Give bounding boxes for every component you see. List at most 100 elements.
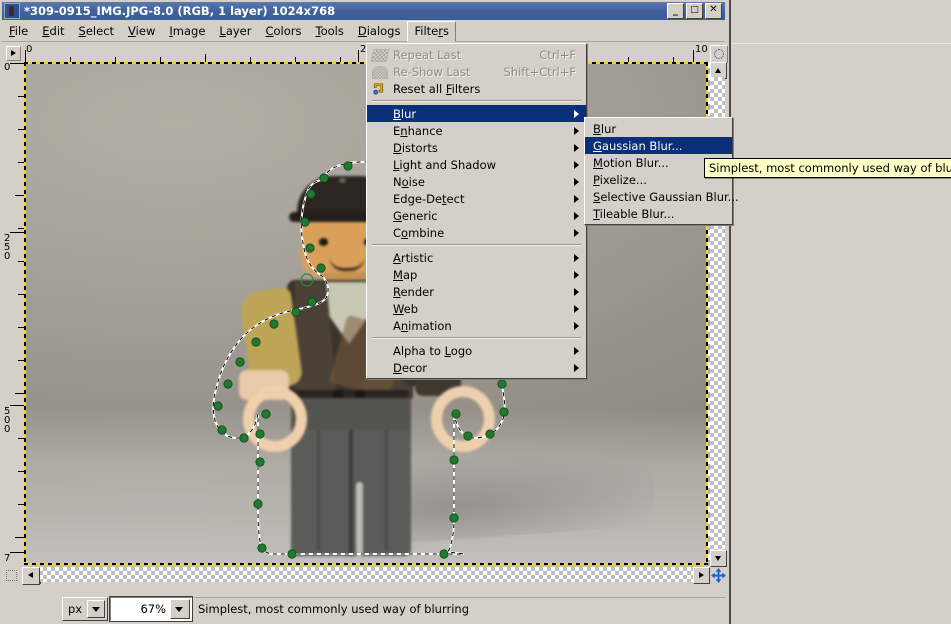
menu-item-generic[interactable]: Generic bbox=[367, 207, 586, 224]
menu-item-web[interactable]: Web bbox=[367, 300, 586, 317]
menubar-separator bbox=[2, 41, 725, 42]
window-title: *309-0915_IMG.JPG-8.0 (RGB, 1 layer) 102… bbox=[24, 4, 336, 18]
menu-item-label: Web bbox=[393, 301, 419, 316]
vruler-label-500: 500 bbox=[4, 406, 11, 435]
filters-dropdown-menu[interactable]: Repeat Last Ctrl+F Re-Show Last Shift+Ct… bbox=[366, 43, 587, 379]
vruler-label-0: 0 bbox=[4, 62, 11, 73]
navigation-move-icon bbox=[711, 568, 726, 583]
window-controls: _ □ ✕ bbox=[667, 3, 722, 19]
menu-item-label: Alpha to Logo bbox=[393, 343, 473, 358]
menu-item-repeat-last[interactable]: Repeat Last Ctrl+F bbox=[367, 46, 586, 63]
statusbar: Simplest, most commonly used way of blur… bbox=[194, 597, 725, 620]
menu-item-blur[interactable]: Blur bbox=[367, 105, 586, 122]
scroll-down-arrow[interactable] bbox=[710, 550, 727, 567]
quick-mask-bottom-toggle[interactable] bbox=[2, 567, 20, 583]
submenu-arrow-icon bbox=[574, 254, 579, 262]
reshow-last-icon bbox=[367, 63, 393, 80]
menu-item-artistic[interactable]: Artistic bbox=[367, 249, 586, 266]
menu-item-label: Combine bbox=[393, 225, 445, 240]
menu-item-light-and-shadow[interactable]: Light and Shadow bbox=[367, 156, 586, 173]
submenu-item-selective-gaussian-blur[interactable]: Selective Gaussian Blur... bbox=[585, 188, 739, 205]
navigation-button[interactable] bbox=[710, 567, 727, 584]
menu-item-combine[interactable]: Combine bbox=[367, 224, 586, 241]
maximize-button[interactable]: □ bbox=[686, 3, 703, 19]
menu-item-label: Blur bbox=[593, 121, 617, 136]
vruler-label-250: 250 bbox=[4, 233, 11, 262]
vruler-label-750: 7 bbox=[4, 553, 11, 564]
menu-file[interactable]: File bbox=[2, 21, 35, 42]
menu-item-map[interactable]: Map bbox=[367, 266, 586, 283]
menu-item-label: Distorts bbox=[393, 140, 438, 155]
menu-item-label: Map bbox=[393, 267, 418, 282]
menu-item-animation[interactable]: Animation bbox=[367, 317, 586, 334]
menu-item-accel: Ctrl+F bbox=[539, 47, 576, 62]
figure-leg-crease-left bbox=[317, 430, 320, 550]
menu-item-label: Gaussian Blur... bbox=[593, 138, 683, 153]
figure-hand-left bbox=[243, 386, 307, 452]
menu-item-render[interactable]: Render bbox=[367, 283, 586, 300]
unit-value: px bbox=[68, 602, 83, 616]
submenu-item-gaussian-blur[interactable]: Gaussian Blur... bbox=[585, 137, 732, 154]
menu-item-edge-detect[interactable]: Edge-Detect bbox=[367, 190, 586, 207]
menu-edit[interactable]: Edit bbox=[35, 21, 71, 42]
menu-item-enhance[interactable]: Enhance bbox=[367, 122, 586, 139]
menu-item-label: Tileable Blur... bbox=[593, 206, 675, 221]
image-menu-button[interactable] bbox=[2, 44, 24, 62]
menu-item-label: Enhance bbox=[393, 123, 443, 138]
menu-layer[interactable]: Layer bbox=[212, 21, 258, 42]
figure-leg-split bbox=[349, 430, 353, 556]
chevron-down-icon[interactable] bbox=[87, 600, 105, 618]
submenu-arrow-icon bbox=[574, 364, 579, 372]
figure-leg-crease-right bbox=[385, 430, 388, 550]
menu-item-noise[interactable]: Noise bbox=[367, 173, 586, 190]
unit-selector[interactable]: px bbox=[62, 597, 108, 621]
zoom-value[interactable]: 67% bbox=[111, 602, 170, 616]
menu-item-accel: Shift+Ctrl+F bbox=[503, 64, 577, 79]
menu-item-label: Blur bbox=[393, 106, 417, 121]
hruler-label-right: 10 bbox=[695, 44, 708, 55]
menu-view[interactable]: View bbox=[121, 21, 162, 42]
minimize-icon: _ bbox=[673, 5, 678, 16]
menu-select[interactable]: Select bbox=[72, 21, 122, 42]
submenu-arrow-icon bbox=[574, 305, 579, 313]
menu-dialogs[interactable]: Dialogs bbox=[351, 21, 408, 42]
figure-hand-right bbox=[431, 386, 495, 452]
image-menu-button-icon bbox=[5, 45, 21, 61]
menu-item-distorts[interactable]: Distorts bbox=[367, 139, 586, 156]
menu-item-label: Decor bbox=[393, 360, 428, 375]
submenu-item-tileable-blur[interactable]: Tileable Blur... bbox=[585, 205, 732, 222]
scroll-right-arrow[interactable] bbox=[693, 567, 710, 584]
menu-tools[interactable]: Tools bbox=[309, 21, 351, 42]
tooltip: Simplest, most commonly used way of blur… bbox=[704, 158, 951, 178]
minimize-button[interactable]: _ bbox=[667, 3, 684, 19]
menu-item-alpha-to-logo[interactable]: Alpha to Logo bbox=[367, 342, 586, 359]
menu-separator bbox=[372, 337, 581, 339]
menu-item-label: Reset all Filters bbox=[393, 81, 481, 96]
menu-item-label: Generic bbox=[393, 208, 438, 223]
menu-item-label: Edge-Detect bbox=[393, 191, 465, 206]
menu-item-label: Light and Shadow bbox=[393, 157, 497, 172]
menu-item-reset-all-filters[interactable]: Reset all Filters bbox=[367, 80, 586, 97]
repeat-last-icon bbox=[367, 46, 393, 63]
quick-mask-icon bbox=[5, 569, 17, 581]
scroll-left-arrow-bottom[interactable] bbox=[22, 567, 40, 585]
quick-mask-toggle[interactable] bbox=[710, 45, 728, 63]
submenu-arrow-icon bbox=[574, 229, 579, 237]
vertical-ruler[interactable]: 0 250 500 7 bbox=[2, 62, 25, 567]
close-button[interactable]: ✕ bbox=[705, 3, 722, 19]
menu-separator bbox=[372, 244, 581, 246]
zoom-selector[interactable]: 67% bbox=[109, 596, 193, 622]
horizontal-scroll-track[interactable] bbox=[39, 567, 695, 582]
submenu-item-blur[interactable]: Blur bbox=[585, 120, 732, 137]
desktop-background: *309-0915_IMG.JPG-8.0 (RGB, 1 layer) 102… bbox=[0, 0, 951, 624]
submenu-arrow-icon bbox=[574, 347, 579, 355]
horizontal-scrollbar[interactable] bbox=[24, 567, 710, 584]
desktop-right-area bbox=[729, 0, 951, 624]
menu-filters[interactable]: Filters bbox=[407, 21, 456, 42]
menu-colors[interactable]: Colors bbox=[258, 21, 308, 42]
menu-item-decor[interactable]: Decor bbox=[367, 359, 586, 376]
zoom-chevron-down-icon[interactable] bbox=[170, 599, 190, 619]
menu-image[interactable]: Image bbox=[162, 21, 212, 42]
menu-item-label: Animation bbox=[393, 318, 452, 333]
menu-item-reshow-last[interactable]: Re-Show Last Shift+Ctrl+F bbox=[367, 63, 586, 80]
